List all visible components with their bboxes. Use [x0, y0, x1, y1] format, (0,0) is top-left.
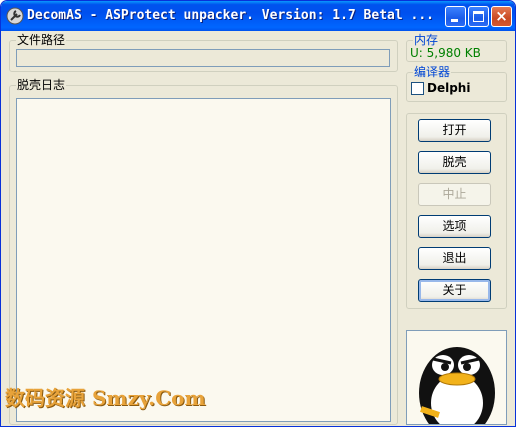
memory-value: U: 5,980 KB	[410, 46, 481, 60]
watermark-text: 数码资源 Smzy.Com	[5, 386, 206, 410]
actions-group: 打开 脱壳 中止 选项 退出 关于	[406, 113, 507, 309]
log-label: 脱壳日志	[16, 78, 67, 92]
wrench-icon[interactable]	[6, 7, 24, 25]
minimize-button[interactable]	[445, 6, 466, 27]
maximize-button[interactable]	[468, 6, 489, 27]
file-path-group: 文件路径	[9, 33, 398, 72]
main-window: DecomAS - ASProtect unpacker. Version: 1…	[0, 0, 516, 427]
close-button[interactable]: ×	[491, 6, 512, 27]
memory-group: 内存 U: 5,980 KB	[406, 33, 507, 62]
delphi-checkbox[interactable]	[411, 82, 424, 95]
close-icon: ×	[495, 7, 508, 25]
minimize-icon	[451, 19, 458, 22]
window-title: DecomAS - ASProtect unpacker. Version: 1…	[27, 8, 434, 23]
stop-button[interactable]: 中止	[418, 183, 491, 206]
logo-panel	[406, 330, 507, 425]
file-path-label: 文件路径	[16, 33, 67, 47]
log-group: 脱壳日志	[9, 78, 398, 425]
title-bar[interactable]: DecomAS - ASProtect unpacker. Version: 1…	[1, 1, 515, 31]
compiler-label: 编译器	[413, 65, 452, 79]
exit-button[interactable]: 退出	[418, 247, 491, 270]
unpack-button[interactable]: 脱壳	[418, 151, 491, 174]
options-button[interactable]: 选项	[418, 215, 491, 238]
penguin-icon	[419, 347, 495, 424]
maximize-icon	[473, 11, 484, 22]
log-textarea[interactable]	[16, 98, 391, 422]
memory-label: 内存	[413, 33, 440, 47]
about-button[interactable]: 关于	[418, 279, 491, 302]
delphi-checkbox-label[interactable]: Delphi	[427, 81, 470, 95]
compiler-group: 编译器 Delphi	[406, 65, 507, 102]
file-path-field[interactable]	[16, 49, 390, 67]
open-button[interactable]: 打开	[418, 119, 491, 142]
